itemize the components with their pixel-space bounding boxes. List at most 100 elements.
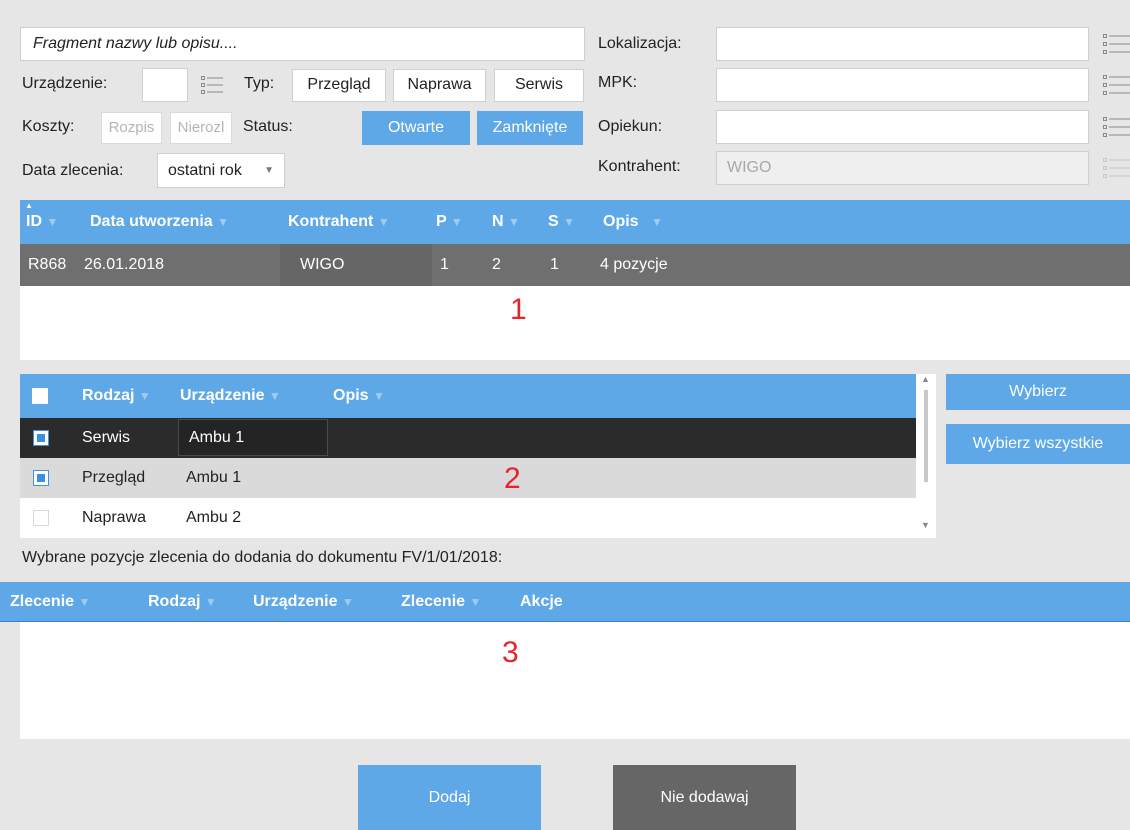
column-header-actions[interactable]: Akcje: [520, 582, 563, 622]
date-select-value: ostatni rok: [168, 162, 242, 179]
device-list-button[interactable]: [196, 70, 228, 100]
mpk-input[interactable]: [716, 68, 1089, 102]
mpk-list-button[interactable]: [1096, 69, 1130, 101]
selected-caption: Wybrane pozycje zlecenia do dodania do d…: [22, 549, 503, 566]
column-header-id[interactable]: ID ▼: [26, 200, 58, 244]
order-p: 1: [440, 256, 449, 273]
location-list-button[interactable]: [1096, 28, 1130, 60]
costs-rozpis-button[interactable]: Rozpis: [101, 112, 162, 144]
table-row[interactable]: R868 26.01.2018 WIGO 1 2 1 4 pozycje: [20, 244, 1130, 286]
row-checkbox[interactable]: [33, 510, 49, 526]
date-select[interactable]: ostatni rok ▼: [157, 153, 285, 188]
column-header-desc[interactable]: Opis ▼: [333, 374, 385, 418]
search-placeholder: Fragment nazwy lub opisu....: [33, 35, 238, 52]
column-header-p[interactable]: P ▼: [436, 200, 463, 244]
filter-icon: ▼: [341, 595, 354, 609]
filter-icon: ▼: [46, 215, 59, 229]
search-input[interactable]: Fragment nazwy lub opisu....: [20, 27, 585, 61]
type-label: Typ:: [244, 75, 275, 92]
mpk-label: MPK:: [598, 74, 638, 91]
order-s: 1: [550, 256, 559, 273]
contractor-list-button: [1096, 152, 1130, 184]
list-icon: [1103, 34, 1130, 54]
column-header-n[interactable]: N ▼: [492, 200, 520, 244]
column-header-contractor[interactable]: Kontrahent ▼: [288, 200, 390, 244]
type-naprawa-button[interactable]: Naprawa: [393, 69, 486, 102]
select-button[interactable]: Wybierz: [946, 374, 1130, 410]
filter-icon: ▼: [217, 215, 230, 229]
filter-icon: ▼: [450, 215, 463, 229]
add-button[interactable]: Dodaj: [358, 765, 541, 830]
marker-1: 1: [510, 293, 527, 326]
location-label: Lokalizacja:: [598, 35, 682, 52]
list-icon: [1103, 117, 1130, 137]
filter-icon: ▼: [508, 215, 520, 229]
list-icon: [201, 76, 223, 94]
column-header-device[interactable]: Urządzenie ▼: [253, 582, 354, 622]
filter-icon: ▼: [373, 389, 385, 403]
item-device: Ambu 1: [186, 469, 242, 486]
items-scrollbar[interactable]: ▲ ▼: [916, 374, 936, 538]
marker-3: 3: [502, 636, 519, 669]
column-header-date[interactable]: Data utworzenia ▼: [90, 200, 229, 244]
scroll-up-icon[interactable]: ▲: [921, 374, 930, 384]
filter-icon: ▼: [78, 595, 91, 609]
filter-icon: ▼: [651, 215, 663, 229]
select-all-checkbox[interactable]: [32, 388, 48, 404]
device-input[interactable]: [142, 68, 188, 102]
list-icon: [1103, 75, 1130, 95]
dont-add-button[interactable]: Nie dodawaj: [613, 765, 796, 830]
filter-icon: ▼: [469, 595, 482, 609]
device-label: Urządzenie:: [22, 75, 108, 92]
scroll-down-icon[interactable]: ▼: [921, 520, 930, 530]
item-kind: Naprawa: [82, 509, 147, 526]
order-desc: 4 pozycje: [600, 256, 668, 273]
orders-grid-header: ▲ ID ▼ Data utworzenia ▼ Kontrahent ▼ P …: [20, 200, 1130, 244]
filter-icon: ▼: [138, 389, 151, 403]
row-checkbox[interactable]: [33, 430, 49, 446]
filter-icon: ▼: [204, 595, 217, 609]
contractor-label: Kontrahent:: [598, 158, 681, 175]
guardian-label: Opiekun:: [598, 118, 663, 135]
column-header-device[interactable]: Urządzenie ▼: [180, 374, 281, 418]
select-all-button[interactable]: Wybierz wszystkie: [946, 424, 1130, 464]
status-label: Status:: [243, 118, 293, 135]
scroll-thumb[interactable]: [924, 390, 928, 482]
list-item[interactable]: Przegląd Ambu 1: [20, 458, 916, 498]
column-header-kind[interactable]: Rodzaj ▼: [148, 582, 217, 622]
contractor-value: WIGO: [727, 159, 772, 176]
contractor-input[interactable]: WIGO: [716, 151, 1089, 185]
items-grid-header: Rodzaj ▼ Urządzenie ▼ Opis ▼: [20, 374, 916, 418]
type-serwis-button[interactable]: Serwis: [494, 69, 584, 102]
selected-grid-header: Zlecenie ▼ Rodzaj ▼ Urządzenie ▼ Zleceni…: [0, 582, 1130, 622]
guardian-list-button[interactable]: [1096, 111, 1130, 143]
row-checkbox[interactable]: [33, 470, 49, 486]
status-open-button[interactable]: Otwarte: [362, 111, 470, 145]
filter-icon: ▼: [268, 389, 281, 403]
order-contractor: WIGO: [280, 244, 432, 286]
date-label: Data zlecenia:: [22, 162, 124, 179]
column-header-s[interactable]: S ▼: [548, 200, 575, 244]
filter-icon: ▼: [377, 215, 390, 229]
column-header-kind[interactable]: Rodzaj ▼: [82, 374, 151, 418]
location-input[interactable]: [716, 27, 1089, 61]
column-header-order[interactable]: Zlecenie ▼: [10, 582, 90, 622]
chevron-down-icon: ▼: [264, 165, 274, 176]
costs-label: Koszty:: [22, 118, 75, 135]
list-item[interactable]: Serwis Ambu 1: [20, 418, 916, 458]
list-item[interactable]: Naprawa Ambu 2: [20, 498, 916, 538]
order-n: 2: [492, 256, 501, 273]
item-device: Ambu 2: [186, 509, 242, 526]
items-grid: Rodzaj ▼ Urządzenie ▼ Opis ▼ Serwis Ambu…: [20, 374, 936, 538]
column-header-order-2[interactable]: Zlecenie ▼: [401, 582, 481, 622]
costs-nierozl-button[interactable]: Nierozl: [170, 112, 232, 144]
status-closed-button[interactable]: Zamknięte: [477, 111, 583, 145]
orders-grid: ▲ ID ▼ Data utworzenia ▼ Kontrahent ▼ P …: [20, 200, 1130, 360]
guardian-input[interactable]: [716, 110, 1089, 144]
type-przeglad-button[interactable]: Przegląd: [292, 69, 386, 102]
selected-grid: Zlecenie ▼ Rodzaj ▼ Urządzenie ▼ Zleceni…: [0, 582, 1130, 739]
filter-icon: ▼: [563, 215, 576, 229]
item-device: Ambu 1: [178, 419, 328, 456]
column-header-desc[interactable]: Opis ▼: [603, 200, 663, 244]
marker-2: 2: [504, 462, 521, 495]
